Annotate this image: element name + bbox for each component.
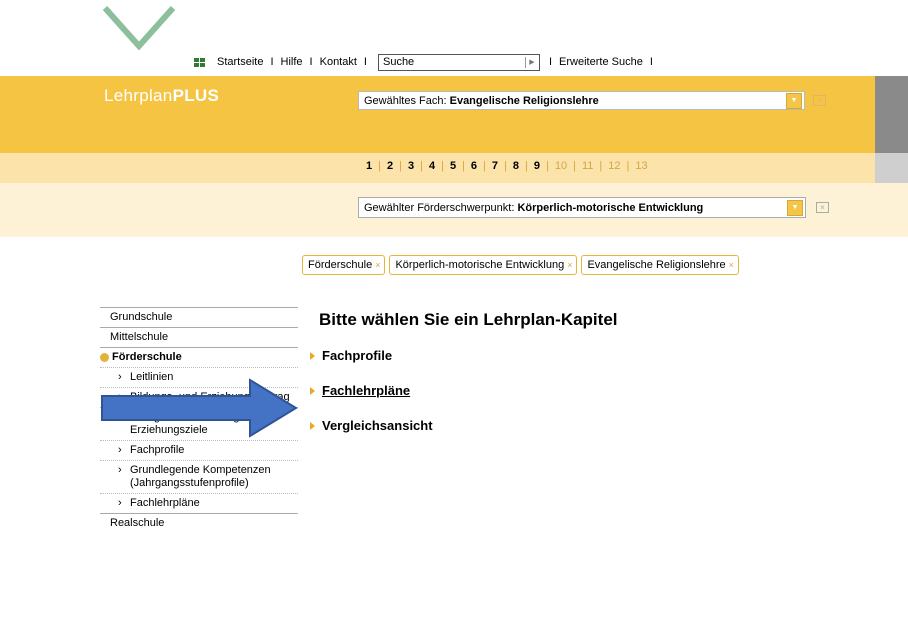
fach-select[interactable]: Gewähltes Fach: Evangelische Religionsle… bbox=[358, 91, 805, 110]
chapter-vergleichsansicht[interactable]: Vergleichsansicht bbox=[310, 418, 433, 433]
chapter-fachlehrplaene[interactable]: Fachlehrpläne bbox=[310, 383, 410, 398]
grade-1[interactable]: 1 bbox=[366, 160, 372, 172]
dropdown-arrow-icon[interactable]: ▼ bbox=[786, 92, 802, 109]
brand-light: Lehrplan bbox=[104, 86, 173, 105]
grade-selector: 1 | 2 | 3 | 4 | 5 | 6 | 7 | 8 | 9 | 10 | 11 | 12 | 13 bbox=[366, 160, 648, 172]
grade-separator: | bbox=[462, 160, 465, 172]
grade-separator: | bbox=[399, 160, 402, 172]
brand-logo[interactable]: LehrplanPLUS bbox=[104, 86, 219, 106]
chapter-label: Fachlehrpläne bbox=[322, 383, 411, 398]
grade-6[interactable]: 6 bbox=[471, 160, 477, 172]
nav-extended-search[interactable]: Erweiterte Suche bbox=[559, 56, 643, 68]
nav-hilfe[interactable]: Hilfe bbox=[281, 56, 303, 68]
fach-select-value: Evangelische Religionslehre bbox=[449, 94, 599, 107]
top-nav: Startseite I Hilfe I Kontakt I Suche ▶ I… bbox=[194, 52, 660, 72]
chevron-right-icon: › bbox=[118, 444, 122, 456]
filter-chip-label: Förderschule bbox=[308, 259, 373, 271]
sidebar-item-realschule[interactable]: Realschule bbox=[100, 513, 298, 533]
chevron-logo-icon[interactable] bbox=[103, 6, 175, 50]
grade-separator: | bbox=[599, 160, 603, 172]
triangle-bullet-icon bbox=[310, 386, 315, 395]
active-dot-icon bbox=[100, 353, 109, 362]
grade-2[interactable]: 2 bbox=[387, 160, 393, 172]
chapter-label: Fachprofile bbox=[322, 348, 393, 363]
grade-11: 11 bbox=[581, 160, 594, 172]
chevron-right-icon: › bbox=[118, 464, 122, 476]
grade-separator: | bbox=[504, 160, 507, 172]
grade-10: 10 bbox=[554, 160, 568, 172]
sidebar-subitem[interactable]: › Grundlegende Kompetenzen (Jahrgangsstuf… bbox=[100, 460, 298, 493]
close-icon[interactable]: × bbox=[813, 95, 826, 106]
sidebar-item-grundschule[interactable]: Grundschule bbox=[100, 307, 298, 327]
grade-12: 12 bbox=[608, 160, 621, 172]
grade-separator: | bbox=[525, 160, 528, 172]
dropdown-arrow-icon[interactable]: ▼ bbox=[787, 199, 803, 216]
filter-chip[interactable]: Evangelische Religionslehre × bbox=[581, 255, 739, 275]
filter-chip[interactable]: Förderschule × bbox=[302, 255, 386, 275]
grade-separator: | bbox=[441, 160, 444, 172]
grade-bar-right bbox=[875, 153, 908, 183]
nav-separator: I bbox=[548, 56, 553, 68]
close-icon[interactable]: × bbox=[816, 202, 829, 213]
close-icon[interactable]: × bbox=[375, 260, 380, 270]
sidebar-subitem[interactable]: › Fachprofile bbox=[100, 440, 298, 460]
foerder-select-label: Gewählter Förderschwerpunkt: bbox=[364, 201, 515, 214]
search-go-icon[interactable]: ▶ bbox=[524, 56, 538, 68]
sidebar-subitem-label: Fachprofile bbox=[130, 444, 185, 456]
grade-3[interactable]: 3 bbox=[408, 160, 414, 172]
filter-chip-label: Körperlich-motorische Entwicklung bbox=[395, 259, 565, 271]
foerder-select-value: Körperlich-motorische Entwicklung bbox=[517, 201, 704, 214]
grade-separator: | bbox=[420, 160, 423, 172]
triangle-bullet-icon bbox=[310, 351, 315, 360]
sidebar-item-foerderschule[interactable]: Förderschule bbox=[100, 347, 298, 367]
nav-separator: I bbox=[309, 56, 313, 68]
nav-separator: I bbox=[649, 56, 653, 68]
search-input-value: Suche bbox=[382, 56, 415, 68]
sidebar-subitem-label: Fachlehrpläne bbox=[130, 497, 200, 509]
right-strip bbox=[875, 76, 908, 153]
chapter-label: Vergleichsansicht bbox=[322, 418, 433, 433]
arrow-overlay-icon bbox=[101, 378, 298, 438]
chapter-fachprofile[interactable]: Fachprofile bbox=[310, 348, 392, 363]
sidebar-item-mittelschule[interactable]: Mittelschule bbox=[100, 327, 298, 347]
grade-9[interactable]: 9 bbox=[534, 160, 540, 172]
grade-13: 13 bbox=[635, 160, 648, 172]
triangle-bullet-icon bbox=[310, 421, 315, 430]
grade-7[interactable]: 7 bbox=[492, 160, 498, 172]
grid-icon bbox=[194, 57, 205, 67]
grade-5[interactable]: 5 bbox=[450, 160, 456, 172]
grade-separator: | bbox=[483, 160, 486, 172]
grade-8[interactable]: 8 bbox=[513, 160, 519, 172]
grade-separator: | bbox=[626, 160, 630, 172]
nav-startseite[interactable]: Startseite bbox=[217, 56, 263, 68]
chevron-right-icon: › bbox=[118, 497, 122, 509]
grade-separator: | bbox=[546, 160, 549, 172]
close-icon[interactable]: × bbox=[567, 260, 572, 270]
page-title: Bitte wählen Sie ein Lehrplan-Kapitel bbox=[319, 310, 618, 329]
filter-chip-label: Evangelische Religionslehre bbox=[587, 259, 726, 271]
sidebar-subitem-label: Grundlegende Kompetenzen (Jahrgangsstufe… bbox=[130, 464, 271, 489]
brand-bold: PLUS bbox=[172, 86, 220, 105]
filter-chip[interactable]: Körperlich-motorische Entwicklung × bbox=[389, 255, 578, 275]
search-input[interactable]: Suche ▶ bbox=[377, 53, 540, 71]
breadcrumb: Förderschule × Körperlich-motorische Entwi… bbox=[302, 255, 739, 275]
nav-kontakt[interactable]: Kontakt bbox=[320, 56, 357, 68]
sidebar-subitem[interactable]: › Fachlehrpläne bbox=[100, 493, 298, 513]
grade-4[interactable]: 4 bbox=[429, 160, 435, 172]
grade-separator: | bbox=[378, 160, 381, 172]
close-icon[interactable]: × bbox=[729, 260, 734, 270]
sidebar-item-label: Förderschule bbox=[112, 351, 182, 363]
fach-select-label: Gewähltes Fach: bbox=[364, 94, 447, 107]
grade-separator: | bbox=[573, 160, 576, 172]
nav-separator: I bbox=[363, 56, 367, 68]
nav-separator: I bbox=[270, 56, 274, 68]
foerder-select[interactable]: Gewählter Förderschwerpunkt: Körperlich-… bbox=[358, 197, 806, 218]
